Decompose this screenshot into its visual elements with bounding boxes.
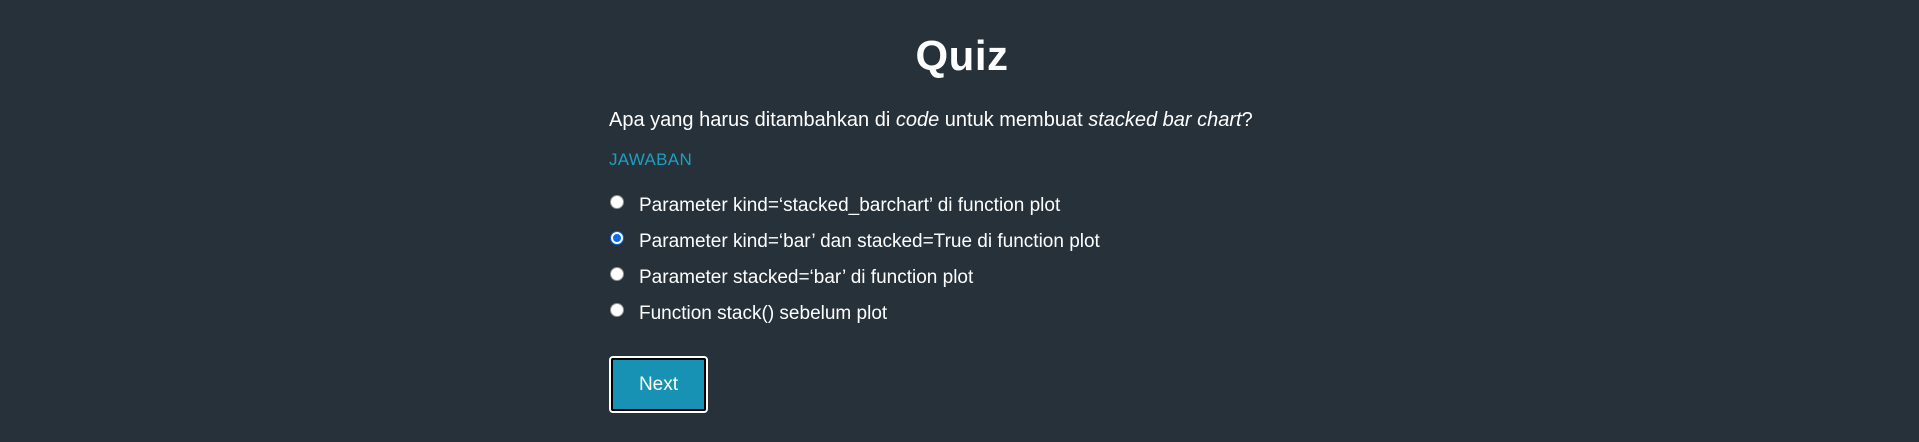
question-text: Apa yang harus ditambahkan di code untuk… — [609, 106, 1253, 134]
next-button[interactable]: Next — [609, 356, 708, 413]
answer-option-label[interactable]: Parameter stacked=‘bar’ di function plot — [639, 266, 973, 290]
radio-button[interactable] — [610, 231, 624, 245]
answer-option[interactable]: Parameter stacked=‘bar’ di function plot — [609, 260, 1100, 296]
answer-option-label[interactable]: Parameter kind=‘bar’ dan stacked=True di… — [639, 230, 1100, 254]
question-text-part: untuk membuat — [939, 109, 1089, 131]
answer-option[interactable]: Parameter kind=‘bar’ dan stacked=True di… — [609, 224, 1100, 260]
answer-option-label[interactable]: Parameter kind=‘stacked_barchart’ di fun… — [639, 194, 1060, 218]
answer-options: Parameter kind=‘stacked_barchart’ di fun… — [609, 188, 1100, 332]
answer-option-label[interactable]: Function stack() sebelum plot — [639, 302, 887, 326]
question-emphasis-chart: stacked bar chart — [1088, 109, 1242, 131]
answer-section-label: JAWABAN — [609, 150, 693, 169]
question-emphasis-code: code — [895, 109, 940, 131]
answer-option[interactable]: Parameter kind=‘stacked_barchart’ di fun… — [609, 188, 1100, 224]
radio-button[interactable] — [610, 195, 624, 209]
question-text-part: Apa yang harus ditambahkan di — [609, 109, 896, 131]
question-text-part: ? — [1241, 109, 1253, 131]
answer-option[interactable]: Function stack() sebelum plot — [609, 296, 1100, 332]
radio-button[interactable] — [610, 267, 624, 281]
radio-button[interactable] — [610, 303, 624, 317]
page-title: Quiz — [915, 32, 1009, 79]
